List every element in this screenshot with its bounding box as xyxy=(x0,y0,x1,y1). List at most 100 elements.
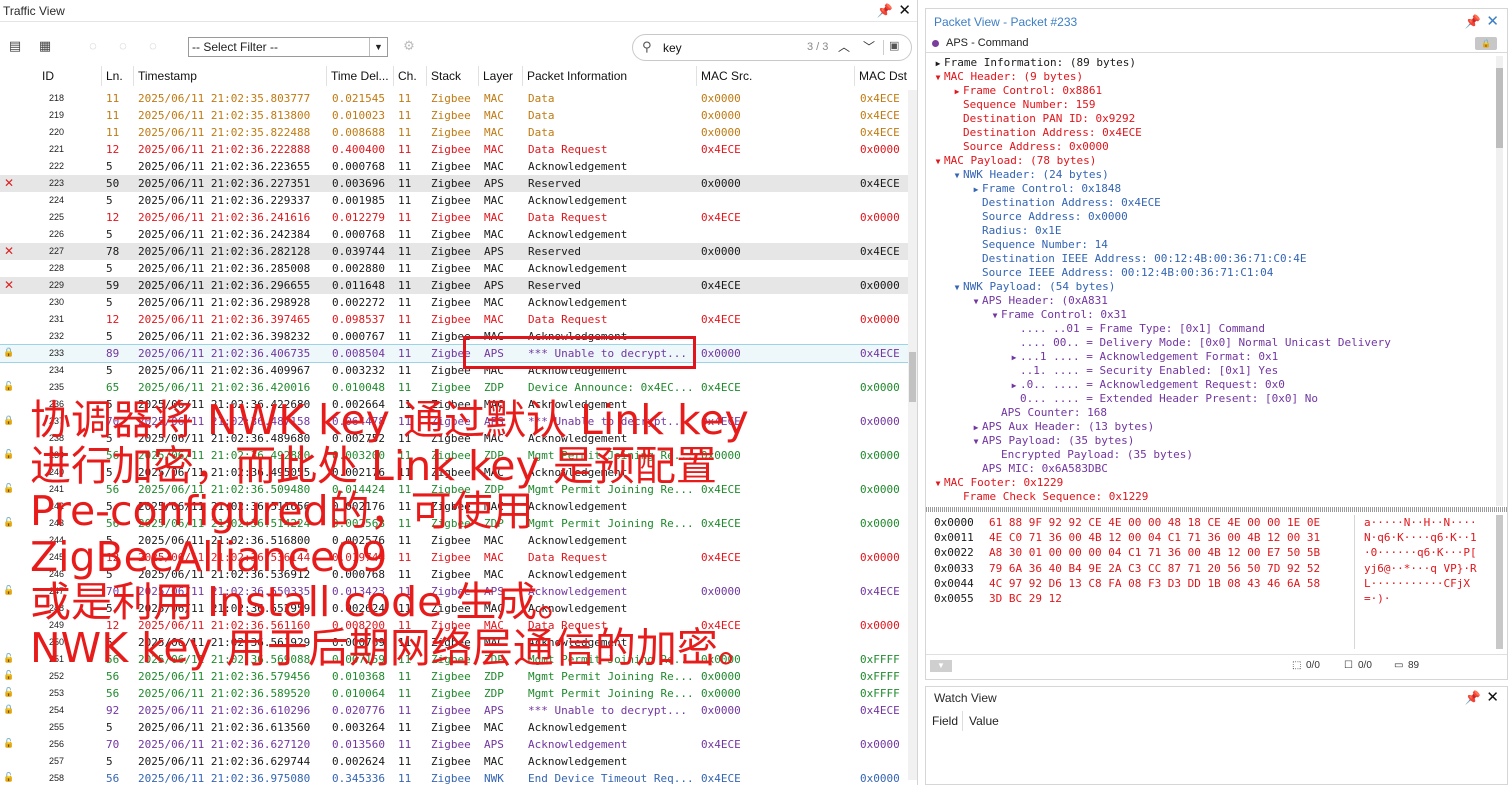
scroll-thumb[interactable] xyxy=(1496,515,1503,649)
column-stack[interactable]: Stack xyxy=(426,66,461,86)
column-field[interactable]: Field xyxy=(926,711,958,731)
table-row[interactable]: 224 5 2025/06/11 21:02:36.229337 0.001985 11… xyxy=(0,192,908,209)
tree-node[interactable]: ▼ Frame Control: 0x31 xyxy=(926,308,1496,322)
table-row[interactable]: 228 5 2025/06/11 21:02:36.285008 0.002880 11… xyxy=(0,260,908,277)
tree-node[interactable]: ▶ APS Aux Header: (13 bytes) xyxy=(926,420,1496,434)
tree-node[interactable]: Sequence Number: 14 xyxy=(926,238,1496,252)
table-row[interactable]: 240 5 2025/06/11 21:02:36.495055 0.002176 11… xyxy=(0,464,908,481)
pin-icon[interactable]: 📌 xyxy=(877,0,893,22)
table-row[interactable]: 231 12 2025/06/11 21:02:36.397465 0.098537 1… xyxy=(0,311,908,328)
expand-right-icon[interactable]: ▶ xyxy=(932,57,944,71)
tree-node[interactable]: ▼ NWK Header: (24 bytes) xyxy=(926,168,1496,182)
tree-node[interactable]: ..1. .... = Security Enabled: [0x1] Yes xyxy=(926,364,1496,378)
tree-node[interactable]: ▶ Frame Control: 0x1848 xyxy=(926,182,1496,196)
filter-settings-icon[interactable]: ⚙ xyxy=(400,37,418,55)
table-row[interactable]: 238 5 2025/06/11 21:02:36.489680 0.002752 11… xyxy=(0,430,908,447)
scroll-thumb[interactable] xyxy=(1496,68,1503,148)
column-length[interactable]: Ln. xyxy=(101,66,123,86)
tree-node[interactable]: .... 00.. = Delivery Mode: [0x0] Normal … xyxy=(926,336,1496,350)
tree-node[interactable]: Source Address: 0x0000 xyxy=(926,210,1496,224)
expand-down-icon[interactable]: ▼ xyxy=(951,169,963,183)
tree-node[interactable]: ▼ NWK Payload: (54 bytes) xyxy=(926,280,1496,294)
table-row[interactable]: 🔓 253 56 2025/06/11 21:02:36.589520 0.010064… xyxy=(0,685,908,702)
column-layer[interactable]: Layer xyxy=(478,66,513,86)
table-row[interactable]: 257 5 2025/06/11 21:02:36.629744 0.002624 11… xyxy=(0,753,908,770)
close-icon[interactable]: ✕ xyxy=(898,0,911,22)
table-row[interactable]: 🔓 258 56 2025/06/11 21:02:36.975080 0.345336… xyxy=(0,770,908,785)
tree-node[interactable]: Destination PAN ID: 0x9292 xyxy=(926,112,1496,126)
filter-select[interactable]: -- Select Filter -- ▼ xyxy=(188,37,388,57)
column-id[interactable]: ID xyxy=(38,66,54,86)
tree-node[interactable]: Sequence Number: 159 xyxy=(926,98,1496,112)
lock-icon[interactable]: 🔒 xyxy=(1475,37,1497,50)
hex-row[interactable]: 0x0000 61 88 9F 92 92 CE 4E 00 00 48 18 C… xyxy=(926,515,1507,530)
scroll-thumb[interactable] xyxy=(909,352,916,402)
tree-node[interactable]: Source Address: 0x0000 xyxy=(926,140,1496,154)
hex-scrollbar[interactable] xyxy=(1496,515,1503,649)
detail-view-icon[interactable]: ▦ xyxy=(36,37,54,55)
expand-right-icon[interactable]: ▶ xyxy=(970,421,982,435)
column-value[interactable]: Value xyxy=(962,711,999,731)
tree-node[interactable]: APS Counter: 168 xyxy=(926,406,1496,420)
hex-row[interactable]: 0x0044 4C 97 92 D6 13 C8 FA 08 F3 D3 DD 1… xyxy=(926,576,1507,591)
table-row[interactable]: 🔓 243 56 2025/06/11 21:02:36.514224 0.002568… xyxy=(0,515,908,532)
table-row[interactable]: 244 5 2025/06/11 21:02:36.516800 0.002576 11… xyxy=(0,532,908,549)
close-icon[interactable]: ✕ xyxy=(1486,9,1499,35)
table-row[interactable]: 249 12 2025/06/11 21:02:36.561160 0.008200 1… xyxy=(0,617,908,634)
tree-node[interactable]: APS MIC: 0x6A583DBC xyxy=(926,462,1496,476)
table-row[interactable]: 225 12 2025/06/11 21:02:36.241616 0.012279 1… xyxy=(0,209,908,226)
table-row[interactable]: 🔓 247 70 2025/06/11 21:02:36.550335 0.013423… xyxy=(0,583,908,600)
splitter[interactable] xyxy=(926,507,1507,512)
column-mac-src[interactable]: MAC Src. xyxy=(696,66,752,86)
tree-node[interactable]: ▼ APS Payload: (35 bytes) xyxy=(926,434,1496,448)
column-mac-dst[interactable]: MAC Dst xyxy=(854,66,907,86)
table-row[interactable]: 🔓 256 70 2025/06/11 21:02:36.627120 0.013560… xyxy=(0,736,908,753)
tree-node[interactable]: Radius: 0x1E xyxy=(926,224,1496,238)
list-view-icon[interactable]: ▤ xyxy=(6,37,24,55)
table-row[interactable]: 232 5 2025/06/11 21:02:36.398232 0.000767 11… xyxy=(0,328,908,345)
expand-right-icon[interactable]: ▶ xyxy=(970,183,982,197)
tree-node[interactable]: Destination Address: 0x4ECE xyxy=(926,196,1496,210)
expand-down-icon[interactable]: ▼ xyxy=(951,281,963,295)
table-row[interactable]: 🔒 237 70 2025/06/11 21:02:36.487158 0.064478… xyxy=(0,413,908,430)
table-row[interactable]: 255 5 2025/06/11 21:02:36.613560 0.003264 11… xyxy=(0,719,908,736)
table-row[interactable]: ✕ 229 59 2025/06/11 21:02:36.296655 0.011648… xyxy=(0,277,908,294)
column-timestamp[interactable]: Timestamp xyxy=(133,66,197,86)
pin-icon[interactable]: 📌 xyxy=(1465,687,1481,709)
tree-node[interactable]: ▼ MAC Payload: (78 bytes) xyxy=(926,154,1496,168)
table-row[interactable]: 246 5 2025/06/11 21:02:36.536912 0.000768 11… xyxy=(0,566,908,583)
table-row[interactable]: ✕ 223 50 2025/06/11 21:02:36.227351 0.003696… xyxy=(0,175,908,192)
table-row[interactable]: 250 5 2025/06/11 21:02:36.561929 0.000769 11… xyxy=(0,634,908,651)
table-row[interactable]: 234 5 2025/06/11 21:02:36.409967 0.003232 11… xyxy=(0,362,908,379)
table-row[interactable]: ✕ 227 78 2025/06/11 21:02:36.282128 0.039744… xyxy=(0,243,908,260)
table-row[interactable]: 🔒 233 89 2025/06/11 21:02:36.406735 0.008504… xyxy=(0,344,909,363)
collapse-icon[interactable]: ▼ xyxy=(930,660,952,672)
table-row[interactable]: 230 5 2025/06/11 21:02:36.298928 0.002272 11… xyxy=(0,294,908,311)
tree-node[interactable]: ▼ MAC Header: (9 bytes) xyxy=(926,70,1496,84)
expand-right-icon[interactable]: ▶ xyxy=(951,85,963,99)
expand-right-icon[interactable]: ▶ xyxy=(1008,379,1020,393)
tree-node[interactable]: 0... .... = Extended Header Present: [0x… xyxy=(926,392,1496,406)
search-input[interactable]: ⚲ key 3 / 3 ︿ ﹀ ▣ xyxy=(632,34,912,61)
comment-icon[interactable]: ◌ xyxy=(84,37,102,55)
tree-node[interactable]: Source IEEE Address: 00:12:4B:00:36:71:C… xyxy=(926,266,1496,280)
tree-scrollbar[interactable] xyxy=(1496,56,1503,506)
hex-row[interactable]: 0x0011 4E C0 71 36 00 4B 12 00 04 C1 71 3… xyxy=(926,530,1507,545)
expand-down-icon[interactable]: ▼ xyxy=(989,309,1001,323)
table-row[interactable]: 226 5 2025/06/11 21:02:36.242384 0.000768 11… xyxy=(0,226,908,243)
hex-row[interactable]: 0x0033 79 6A 36 40 B4 9E 2A C3 CC 87 71 2… xyxy=(926,561,1507,576)
chevron-down-icon[interactable]: ▼ xyxy=(369,38,387,56)
tree-node[interactable]: ▼ APS Header: (0xA831 xyxy=(926,294,1496,308)
tree-node[interactable]: ▶ Frame Information: (89 bytes) xyxy=(926,56,1496,70)
tree-node[interactable]: ▶ Frame Control: 0x8861 xyxy=(926,84,1496,98)
table-row[interactable]: 245 12 2025/06/11 21:02:36.536144 0.019744 1… xyxy=(0,549,908,566)
hex-row[interactable]: 0x0055 3D BC 29 12 =·)· xyxy=(926,591,1507,606)
expand-down-icon[interactable]: ▼ xyxy=(932,155,944,169)
table-row[interactable]: 221 12 2025/06/11 21:02:36.222888 0.400400 1… xyxy=(0,141,908,158)
traffic-scrollbar[interactable] xyxy=(908,90,917,780)
column-channel[interactable]: Ch. xyxy=(393,66,417,86)
table-row[interactable]: 219 11 2025/06/11 21:02:35.813800 0.010023 1… xyxy=(0,107,908,124)
table-row[interactable]: 248 5 2025/06/11 21:02:36.552959 0.002624 11… xyxy=(0,600,908,617)
expand-down-icon[interactable]: ▼ xyxy=(932,71,944,85)
hex-row[interactable]: 0x0022 A8 30 01 00 00 00 04 C1 71 36 00 4… xyxy=(926,545,1507,560)
